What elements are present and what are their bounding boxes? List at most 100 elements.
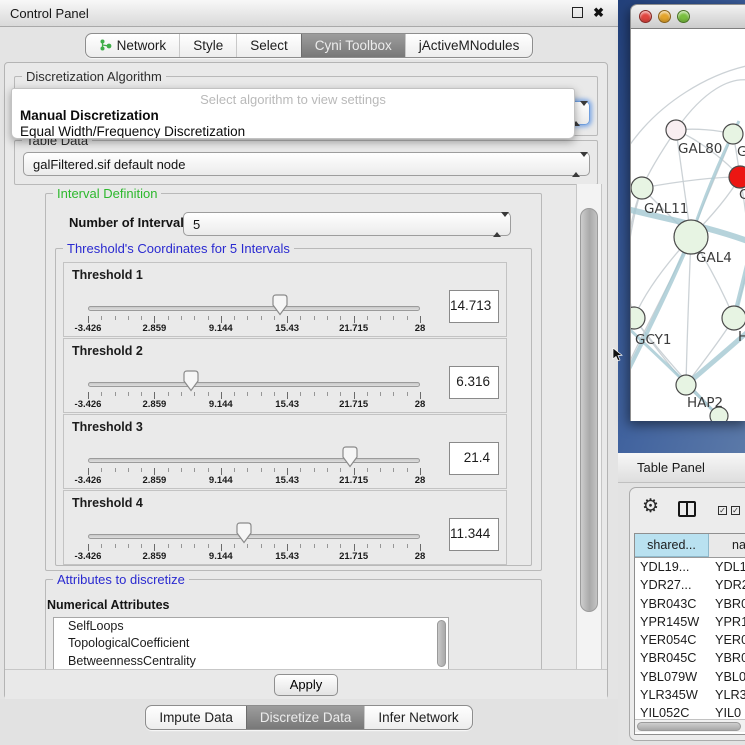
minimize-traffic-light[interactable]: [658, 10, 671, 23]
threshold-value-field[interactable]: 14.713: [449, 290, 499, 323]
combo-arrows-icon: [572, 157, 581, 172]
slider-thumb[interactable]: [272, 294, 288, 316]
table-data-combobox[interactable]: galFiltered.sif default node: [23, 152, 590, 176]
zoom-traffic-light[interactable]: [677, 10, 690, 23]
slider-thumb[interactable]: [342, 446, 358, 468]
split-pane-icon[interactable]: [678, 501, 696, 517]
dropdown-option-manual-discretization[interactable]: Manual Discretization: [12, 108, 574, 124]
table-row[interactable]: YBL079WYBL0: [635, 668, 745, 686]
attribute-item-topologicalcoefficient[interactable]: TopologicalCoefficient: [54, 635, 448, 652]
network-node-hap2[interactable]: [676, 375, 696, 395]
cell-name[interactable]: YIL0: [709, 704, 741, 719]
tick-major: [287, 316, 288, 323]
network-node[interactable]: [722, 306, 745, 330]
tick-minor: [314, 544, 315, 548]
cell-shared-name[interactable]: YBL079W: [635, 668, 709, 686]
cell-name[interactable]: YBR0: [709, 649, 745, 667]
tab-network[interactable]: Network: [86, 34, 180, 57]
threshold-value-field[interactable]: 11.344: [449, 518, 499, 551]
network-node[interactable]: [729, 166, 745, 188]
vertical-scrollbar-thumb[interactable]: [580, 208, 598, 612]
tab-discretize-data[interactable]: Discretize Data: [246, 706, 365, 729]
tab-cyni-toolbox[interactable]: Cyni Toolbox: [301, 34, 405, 57]
cell-shared-name[interactable]: YBR045C: [635, 649, 709, 667]
tab-style[interactable]: Style: [179, 34, 236, 57]
node-label-h: H: [738, 329, 745, 345]
tick-minor: [101, 316, 102, 320]
tab-label: Impute Data: [159, 706, 233, 729]
cell-name[interactable]: YDR2: [709, 576, 745, 594]
tick-label: -3.426: [75, 399, 102, 410]
tick-minor: [128, 392, 129, 396]
cell-name[interactable]: YBL0: [709, 668, 745, 686]
tab-impute-data[interactable]: Impute Data: [146, 706, 246, 729]
tick-minor: [141, 468, 142, 472]
tick-minor: [274, 544, 275, 548]
network-node[interactable]: [723, 124, 743, 144]
horizontal-scrollbar[interactable]: [635, 719, 745, 732]
slider-thumb[interactable]: [236, 522, 252, 544]
cell-name[interactable]: YLR3: [709, 686, 745, 704]
cell-shared-name[interactable]: YLR345W: [635, 686, 709, 704]
slider-track[interactable]: [88, 306, 420, 311]
threshold-value-field[interactable]: 6.316: [449, 366, 499, 399]
checkbox-icon[interactable]: ✓: [731, 506, 740, 515]
tick-minor: [407, 392, 408, 396]
control-panel-titlebar: Control Panel ✖: [0, 0, 618, 27]
tab-jactivemnodules[interactable]: jActiveMNodules: [405, 34, 533, 57]
table-row[interactable]: YBR043CYBR0: [635, 595, 745, 613]
cell-name[interactable]: YPR1: [709, 613, 745, 631]
cell-name[interactable]: YDL1: [709, 558, 745, 576]
tick-minor: [168, 468, 169, 472]
slider-track[interactable]: [88, 458, 420, 463]
network-node-gal80[interactable]: [666, 120, 686, 140]
slider-thumb[interactable]: [183, 370, 199, 392]
apply-button[interactable]: Apply: [274, 674, 338, 696]
slider-track[interactable]: [88, 534, 420, 539]
column-header-name[interactable]: na: [709, 534, 745, 557]
numerical-attributes-list[interactable]: SelfLoopsTopologicalCoefficientBetweenne…: [53, 617, 449, 670]
table-row[interactable]: YBR045CYBR0: [635, 649, 745, 667]
tab-select[interactable]: Select: [236, 34, 301, 57]
cyni-toolbox-panel: Discretization Algorithm Select algorith…: [4, 62, 608, 699]
table-row[interactable]: YPR145WYPR1: [635, 613, 745, 631]
cell-shared-name[interactable]: YDR27...: [635, 576, 709, 594]
network-node-gcy1[interactable]: [631, 307, 645, 329]
network-node-gal4[interactable]: [674, 220, 708, 254]
float-window-icon[interactable]: [572, 7, 583, 18]
cell-name[interactable]: YBR0: [709, 595, 745, 613]
attribute-item-betweennesscentrality[interactable]: BetweennessCentrality: [54, 653, 448, 670]
tick-major: [154, 392, 155, 399]
table-row[interactable]: YDL19...YDL1: [635, 558, 745, 576]
threshold-value-field[interactable]: 21.4: [449, 442, 499, 475]
horizontal-scrollbar-thumb[interactable]: [637, 722, 741, 731]
table-panel-region: Table Panel ⚙ ✓ ✓ shared... na YDL19...Y…: [618, 453, 745, 745]
tab-infer-network[interactable]: Infer Network: [364, 706, 471, 729]
slider-track[interactable]: [88, 382, 420, 387]
table-row[interactable]: YIL052CYIL0: [635, 704, 745, 719]
close-traffic-light[interactable]: [639, 10, 652, 23]
column-header-shared-name[interactable]: shared...: [635, 534, 709, 557]
tick-minor: [407, 544, 408, 548]
cell-shared-name[interactable]: YDL19...: [635, 558, 709, 576]
checkbox-icon[interactable]: ✓: [718, 506, 727, 515]
list-scrollbar-thumb[interactable]: [437, 620, 446, 667]
cell-name[interactable]: YER0: [709, 631, 745, 649]
network-node-gal11[interactable]: [631, 177, 653, 199]
cell-shared-name[interactable]: YBR043C: [635, 595, 709, 613]
cell-shared-name[interactable]: YIL052C: [635, 704, 709, 719]
table-row[interactable]: YLR345WYLR3: [635, 686, 745, 704]
network-canvas[interactable]: GAL80GACGAL11GAL4GCY1HHAP2: [630, 29, 745, 421]
vertical-scrollbar[interactable]: [576, 184, 602, 696]
gear-icon[interactable]: ⚙: [642, 497, 659, 516]
close-icon[interactable]: ✖: [593, 7, 604, 18]
tick-major: [221, 468, 222, 475]
attribute-item-selfloops[interactable]: SelfLoops: [54, 618, 448, 635]
network-window-titlebar[interactable]: [630, 4, 745, 29]
cell-shared-name[interactable]: YPR145W: [635, 613, 709, 631]
cell-shared-name[interactable]: YER054C: [635, 631, 709, 649]
dropdown-option-equal-width-frequency-discretization[interactable]: Equal Width/Frequency Discretization: [12, 124, 574, 139]
table-row[interactable]: YER054CYER0: [635, 631, 745, 649]
number-of-intervals-combobox[interactable]: 5: [183, 212, 511, 236]
table-row[interactable]: YDR27...YDR2: [635, 576, 745, 594]
